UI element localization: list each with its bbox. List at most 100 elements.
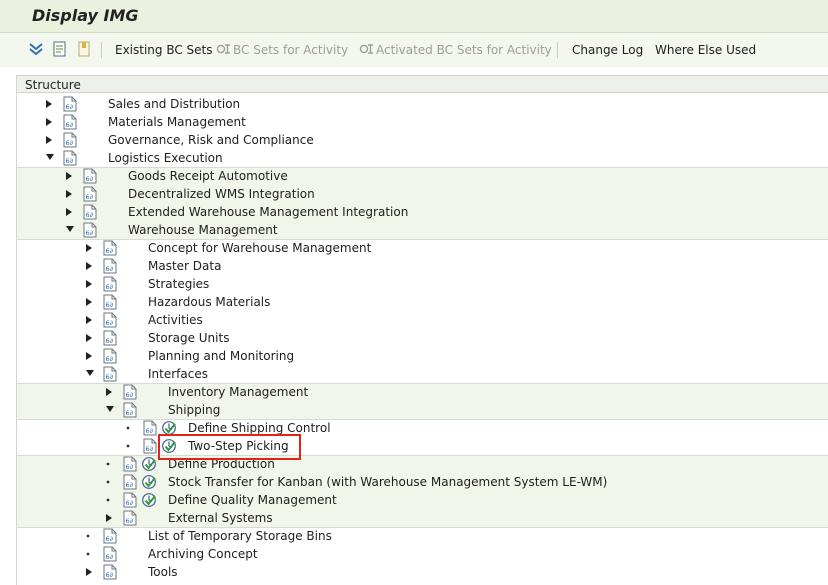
tree-node[interactable]: 6∂ Stock Transfer for Kanban (with Wareho… xyxy=(17,473,828,491)
tree-node[interactable]: 6∂ Master Data xyxy=(17,257,828,275)
tree-node-label[interactable]: External Systems xyxy=(168,511,273,525)
tree-node[interactable]: 6∂ Hazardous Materials xyxy=(17,293,828,311)
expand-arrow-icon[interactable] xyxy=(105,383,115,401)
tree-node-label[interactable]: Define Quality Management xyxy=(168,493,337,507)
tree-node-label[interactable]: Inventory Management xyxy=(168,385,308,399)
tree-node-label[interactable]: Warehouse Management xyxy=(128,223,278,237)
expand-arrow-icon[interactable] xyxy=(65,185,75,203)
documentation-icon[interactable]: 6∂ xyxy=(83,204,97,220)
tree-node-label[interactable]: Concept for Warehouse Management xyxy=(148,241,371,255)
tree-node[interactable]: 6∂ Planning and Monitoring xyxy=(17,347,828,365)
collapse-arrow-icon[interactable] xyxy=(105,401,115,419)
tree-node[interactable]: 6∂ Interfaces xyxy=(17,365,828,383)
tree-node-label[interactable]: Archiving Concept xyxy=(148,547,258,561)
documentation-icon[interactable]: 6∂ xyxy=(103,348,117,364)
bc-sets-for-activity-button[interactable]: BC Sets for Activity xyxy=(216,42,348,58)
tree-node[interactable]: 6∂ Concept for Warehouse Management xyxy=(17,239,828,257)
documentation-icon[interactable]: 6∂ xyxy=(63,132,77,148)
tree-node-label[interactable]: Materials Management xyxy=(108,115,246,129)
tree-node[interactable]: 6∂ Strategies xyxy=(17,275,828,293)
tree-node[interactable]: 6∂ Storage Units xyxy=(17,329,828,347)
expand-arrow-icon[interactable] xyxy=(45,113,55,131)
documentation-icon[interactable]: 6∂ xyxy=(83,168,97,184)
tree-node-label[interactable]: Shipping xyxy=(168,403,220,417)
tree-node-label[interactable]: Logistics Execution xyxy=(108,151,223,165)
tree-node[interactable]: 6∂ Decentralized WMS Integration xyxy=(17,185,828,203)
expand-arrow-icon[interactable] xyxy=(85,311,95,329)
documentation-icon[interactable]: 6∂ xyxy=(103,258,117,274)
documentation-icon[interactable]: 6∂ xyxy=(83,222,97,238)
tree-node[interactable]: 6∂ Inventory Management xyxy=(17,383,828,401)
existing-bc-sets-button[interactable]: Existing BC Sets xyxy=(115,42,213,58)
documentation-icon[interactable]: 6∂ xyxy=(123,492,137,508)
tree-node[interactable]: 6∂ Archiving Concept xyxy=(17,545,828,563)
documentation-icon[interactable]: 6∂ xyxy=(103,312,117,328)
tree-node[interactable]: 6∂ Define Production xyxy=(17,455,828,473)
documentation-icon[interactable]: 6∂ xyxy=(143,438,157,454)
tree-node[interactable]: 6∂ Goods Receipt Automotive xyxy=(17,167,828,185)
tree-node-label[interactable]: Governance, Risk and Compliance xyxy=(108,133,314,147)
documentation-icon[interactable]: 6∂ xyxy=(123,474,137,490)
expand-arrow-icon[interactable] xyxy=(85,239,95,257)
expand-arrow-icon[interactable] xyxy=(85,347,95,365)
tree-node-label[interactable]: Interfaces xyxy=(148,367,208,381)
tree-node-label[interactable]: Planning and Monitoring xyxy=(148,349,294,363)
tree-node-label[interactable]: Storage Units xyxy=(148,331,229,345)
expand-arrow-icon[interactable] xyxy=(85,293,95,311)
tree-node[interactable]: 6∂ Materials Management xyxy=(17,113,828,131)
tree-node-label[interactable]: Tools xyxy=(148,565,178,579)
find-icon[interactable] xyxy=(52,41,68,57)
tree-node-label[interactable]: Define Shipping Control xyxy=(188,421,331,435)
expand-arrow-icon[interactable] xyxy=(85,275,95,293)
tree-node-label[interactable]: Master Data xyxy=(148,259,221,273)
documentation-icon[interactable]: 6∂ xyxy=(123,384,137,400)
tree-node[interactable]: 6∂ Define Shipping Control xyxy=(17,419,828,437)
collapse-arrow-icon[interactable] xyxy=(45,149,55,167)
tree-node[interactable]: 6∂ Logistics Execution xyxy=(17,149,828,167)
collapse-arrow-icon[interactable] xyxy=(85,365,95,383)
bookmark-icon[interactable] xyxy=(76,41,92,57)
documentation-icon[interactable]: 6∂ xyxy=(103,564,117,580)
expand-arrow-icon[interactable] xyxy=(65,167,75,185)
expand-arrow-icon[interactable] xyxy=(105,509,115,527)
documentation-icon[interactable]: 6∂ xyxy=(63,150,77,166)
documentation-icon[interactable]: 6∂ xyxy=(103,240,117,256)
tree-node-label[interactable]: List of Temporary Storage Bins xyxy=(148,529,332,543)
documentation-icon[interactable]: 6∂ xyxy=(103,276,117,292)
tree-node-label[interactable]: Decentralized WMS Integration xyxy=(128,187,315,201)
documentation-icon[interactable]: 6∂ xyxy=(83,186,97,202)
tree-node[interactable]: 6∂ Activities xyxy=(17,311,828,329)
documentation-icon[interactable]: 6∂ xyxy=(63,96,77,112)
where-else-used-button[interactable]: Where Else Used xyxy=(655,42,756,58)
documentation-icon[interactable]: 6∂ xyxy=(63,114,77,130)
expand-arrow-icon[interactable] xyxy=(65,203,75,221)
documentation-icon[interactable]: 6∂ xyxy=(103,294,117,310)
documentation-icon[interactable]: 6∂ xyxy=(103,366,117,382)
expand-arrow-icon[interactable] xyxy=(85,329,95,347)
documentation-icon[interactable]: 6∂ xyxy=(123,402,137,418)
execute-activity-icon[interactable] xyxy=(141,492,157,508)
expand-subtree-icon[interactable] xyxy=(28,41,44,57)
documentation-icon[interactable]: 6∂ xyxy=(103,528,117,544)
expand-arrow-icon[interactable] xyxy=(45,95,55,113)
expand-arrow-icon[interactable] xyxy=(85,257,95,275)
tree-node[interactable]: 6∂ Sales and Distribution xyxy=(17,95,828,113)
documentation-icon[interactable]: 6∂ xyxy=(103,546,117,562)
tree-node-label[interactable]: Activities xyxy=(148,313,203,327)
documentation-icon[interactable]: 6∂ xyxy=(143,420,157,436)
tree-node[interactable]: 6∂ Define Quality Management xyxy=(17,491,828,509)
tree-node[interactable]: 6∂ Tools xyxy=(17,563,828,581)
tree-node-label[interactable]: Strategies xyxy=(148,277,209,291)
tree-node-label[interactable]: Sales and Distribution xyxy=(108,97,240,111)
tree-node-label[interactable]: Extended Warehouse Management Integratio… xyxy=(128,205,408,219)
tree-node[interactable]: 6∂ Shipping xyxy=(17,401,828,419)
collapse-arrow-icon[interactable] xyxy=(65,221,75,239)
tree-node-label[interactable]: Stock Transfer for Kanban (with Warehous… xyxy=(168,475,607,489)
tree-node-label[interactable]: Goods Receipt Automotive xyxy=(128,169,288,183)
execute-activity-icon[interactable] xyxy=(141,474,157,490)
tree-node-label[interactable]: Hazardous Materials xyxy=(148,295,270,309)
tree-node[interactable]: 6∂ Governance, Risk and Compliance xyxy=(17,131,828,149)
tree-node[interactable]: 6∂ Warehouse Management xyxy=(17,221,828,239)
expand-arrow-icon[interactable] xyxy=(85,563,95,581)
expand-arrow-icon[interactable] xyxy=(45,131,55,149)
